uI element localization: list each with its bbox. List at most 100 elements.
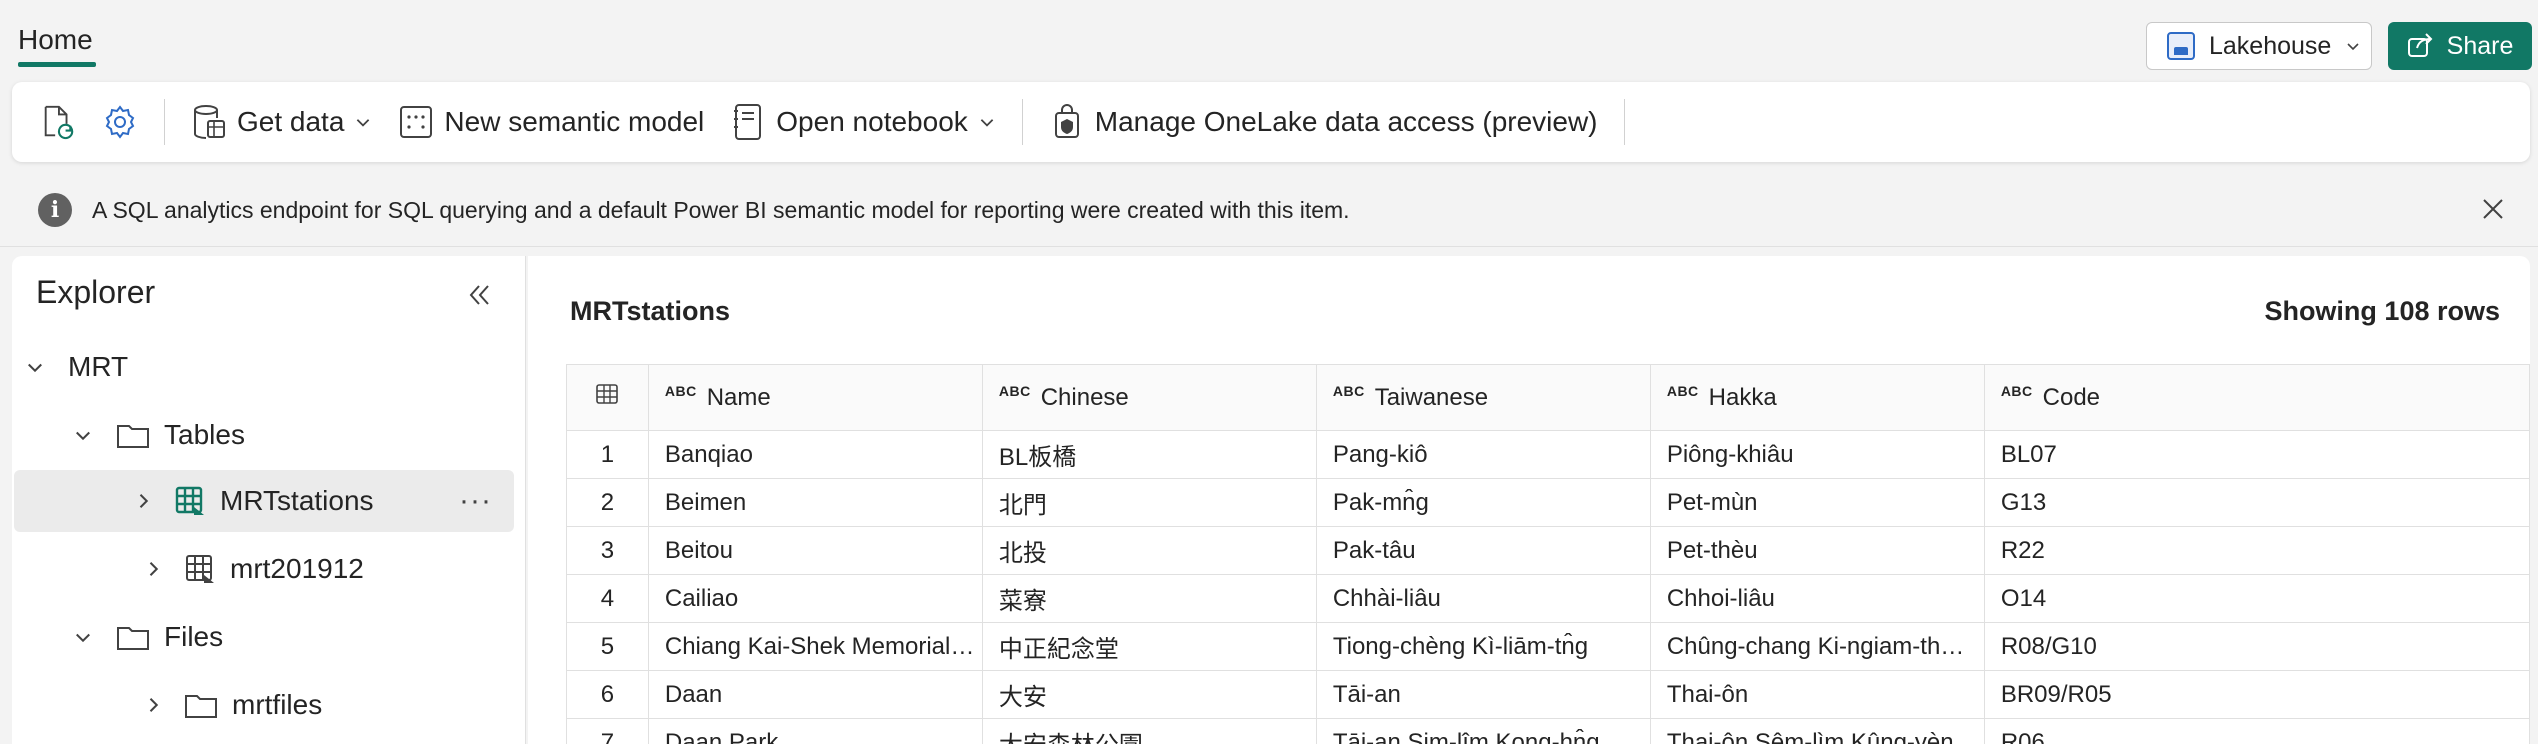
row-number: 1 — [566, 430, 649, 479]
lakehouse-label: Lakehouse — [2209, 31, 2332, 60]
row-number: 5 — [566, 622, 649, 671]
cell[interactable]: Chhoi-liâu — [1649, 574, 1985, 623]
table-row[interactable]: 5 Chiang Kai-Shek Memorial… 中正紀念堂 Tiong-… — [566, 622, 2531, 671]
settings-button[interactable] — [102, 97, 138, 147]
collapse-pane-icon[interactable] — [464, 280, 494, 310]
manage-onelake-access-button[interactable]: Manage OneLake data access (preview) — [1049, 97, 1598, 147]
cell[interactable]: Chiang Kai-Shek Memorial… — [647, 622, 983, 671]
chevron-down-icon — [357, 119, 370, 127]
get-data-button[interactable]: Get data — [191, 97, 372, 147]
tree-item-mrtstations[interactable]: MRTstations ··· — [14, 470, 514, 532]
chevron-right-icon — [142, 694, 164, 716]
header-row: ABC Name ABC Chinese ABC Taiwanese ABC Hakka… — [566, 364, 2531, 431]
cell[interactable]: O14 — [1983, 574, 2531, 623]
cell[interactable]: G13 — [1983, 478, 2531, 527]
more-options-icon[interactable]: ··· — [459, 484, 492, 518]
column-header-name[interactable]: ABC Name — [647, 364, 983, 431]
cell[interactable]: Tāi-an Sim-lîm Kong-hn̂g — [1315, 718, 1651, 744]
row-number: 3 — [566, 526, 649, 575]
cell[interactable]: 北門 — [981, 478, 1317, 527]
cell[interactable]: 中正紀念堂 — [981, 622, 1317, 671]
close-icon[interactable] — [2478, 194, 2508, 224]
row-count: Showing 108 rows — [2264, 296, 2500, 326]
refresh-document-icon — [40, 104, 76, 140]
column-header-hakka[interactable]: ABC Hakka — [1649, 364, 1985, 431]
tree-item-mrt201912[interactable]: mrt201912 — [24, 538, 514, 600]
cell[interactable]: Banqiao — [647, 430, 983, 479]
cell[interactable]: Pang-kiô — [1315, 430, 1651, 479]
cell[interactable]: BR09/R05 — [1983, 670, 2531, 719]
open-notebook-button[interactable]: Open notebook — [730, 97, 996, 147]
cell[interactable]: Tāi-an — [1315, 670, 1651, 719]
cell[interactable]: Beimen — [647, 478, 983, 527]
chevron-down-icon — [72, 626, 94, 648]
text-type-icon: ABC — [664, 383, 697, 399]
tree-item-label: Files — [164, 621, 224, 652]
table-row[interactable]: 3 Beitou 北投 Pak-tâu Pet-thèu R22 — [566, 526, 2531, 575]
column-header-chinese[interactable]: ABC Chinese — [981, 364, 1317, 431]
table-row[interactable]: 4 Cailiao 菜寮 Chhài-liâu Chhoi-liâu O14 — [566, 574, 2531, 623]
text-type-icon: ABC — [2000, 383, 2033, 399]
toolbar-separator — [1623, 99, 1625, 145]
tab-home[interactable]: Home — [18, 24, 93, 56]
notebook-icon — [730, 104, 766, 140]
text-type-icon: ABC — [1666, 383, 1699, 399]
share-label: Share — [2446, 31, 2514, 60]
chevron-down-icon — [980, 119, 994, 127]
chevron-down-icon — [24, 356, 46, 378]
refresh-button[interactable] — [40, 97, 76, 147]
gear-icon — [102, 104, 138, 140]
lakehouse-icon — [2167, 32, 2195, 60]
cell[interactable]: Pet-mùn — [1649, 478, 1985, 527]
cell[interactable]: Cailiao — [647, 574, 983, 623]
cell[interactable]: Beitou — [647, 526, 983, 575]
table-title: MRTstations — [570, 296, 730, 326]
cell[interactable]: R08/G10 — [1983, 622, 2531, 671]
toolbar-separator — [1021, 99, 1023, 145]
cell[interactable]: Pak-tâu — [1315, 526, 1651, 575]
explorer-pane: Explorer MRT Tables MRTstations ··· mrt2… — [12, 256, 526, 744]
tree-item-label: MRT — [68, 351, 129, 382]
tree-item-files[interactable]: Files — [24, 606, 514, 668]
open-notebook-label: Open notebook — [776, 106, 968, 137]
table-row[interactable]: 1 Banqiao BL板橋 Pang-kiô Piông-khiâu BL07 — [566, 430, 2531, 479]
tree-item-tables[interactable]: Tables — [24, 404, 514, 466]
semantic-model-icon — [398, 104, 434, 140]
cell[interactable]: BL07 — [1983, 430, 2531, 479]
cell[interactable]: Daan Park — [647, 718, 983, 744]
row-number: 6 — [566, 670, 649, 719]
tree-item-mrtfiles[interactable]: mrtfiles — [24, 674, 514, 736]
column-header-code[interactable]: ABC Code — [1983, 364, 2531, 431]
table-row[interactable]: 2 Beimen 北門 Pak-mn̂g Pet-mùn G13 — [566, 478, 2531, 527]
row-number: 4 — [566, 574, 649, 623]
new-semantic-model-button[interactable]: New semantic model — [398, 97, 704, 147]
cell[interactable]: Thai-ôn Sêm-lìm Kûng-yèn — [1649, 718, 1985, 744]
table-row[interactable]: 6 Daan 大安 Tāi-an Thai-ôn BR09/R05 — [566, 670, 2531, 719]
cell[interactable]: Daan — [647, 670, 983, 719]
cell[interactable]: Chhài-liâu — [1315, 574, 1651, 623]
table-icon — [175, 486, 204, 515]
cell[interactable]: Pet-thèu — [1649, 526, 1985, 575]
cell[interactable]: 大安森林公園 — [981, 718, 1317, 744]
cell[interactable]: Thai-ôn — [1649, 670, 1985, 719]
share-icon — [2407, 33, 2433, 57]
cell[interactable]: 大安 — [981, 670, 1317, 719]
share-button[interactable]: Share — [2388, 22, 2532, 70]
tree-item-mrt[interactable]: MRT — [24, 336, 514, 398]
table-row[interactable]: 7 Daan Park 大安森林公園 Tāi-an Sim-lîm Kong-h… — [566, 718, 2531, 744]
cell[interactable]: R22 — [1983, 526, 2531, 575]
cell[interactable]: BL板橋 — [981, 430, 1317, 479]
column-header-taiwanese[interactable]: ABC Taiwanese — [1315, 364, 1651, 431]
tree-item-label: Tables — [164, 419, 245, 450]
tree-item-label: mrtfiles — [232, 689, 323, 720]
cell[interactable]: R06 — [1983, 718, 2531, 744]
cell[interactable]: Chûng-chang Ki-ngiam-th… — [1649, 622, 1985, 671]
cell[interactable]: 菜寮 — [981, 574, 1317, 623]
cell[interactable]: Tiong-chèng Kì-liām-tn̂g — [1315, 622, 1651, 671]
cell[interactable]: Piông-khiâu — [1649, 430, 1985, 479]
cell[interactable]: 北投 — [981, 526, 1317, 575]
select-all-cell[interactable] — [566, 364, 649, 431]
chevron-down-icon — [72, 424, 94, 446]
cell[interactable]: Pak-mn̂g — [1315, 478, 1651, 527]
lakehouse-selector[interactable]: Lakehouse — [2146, 22, 2372, 70]
